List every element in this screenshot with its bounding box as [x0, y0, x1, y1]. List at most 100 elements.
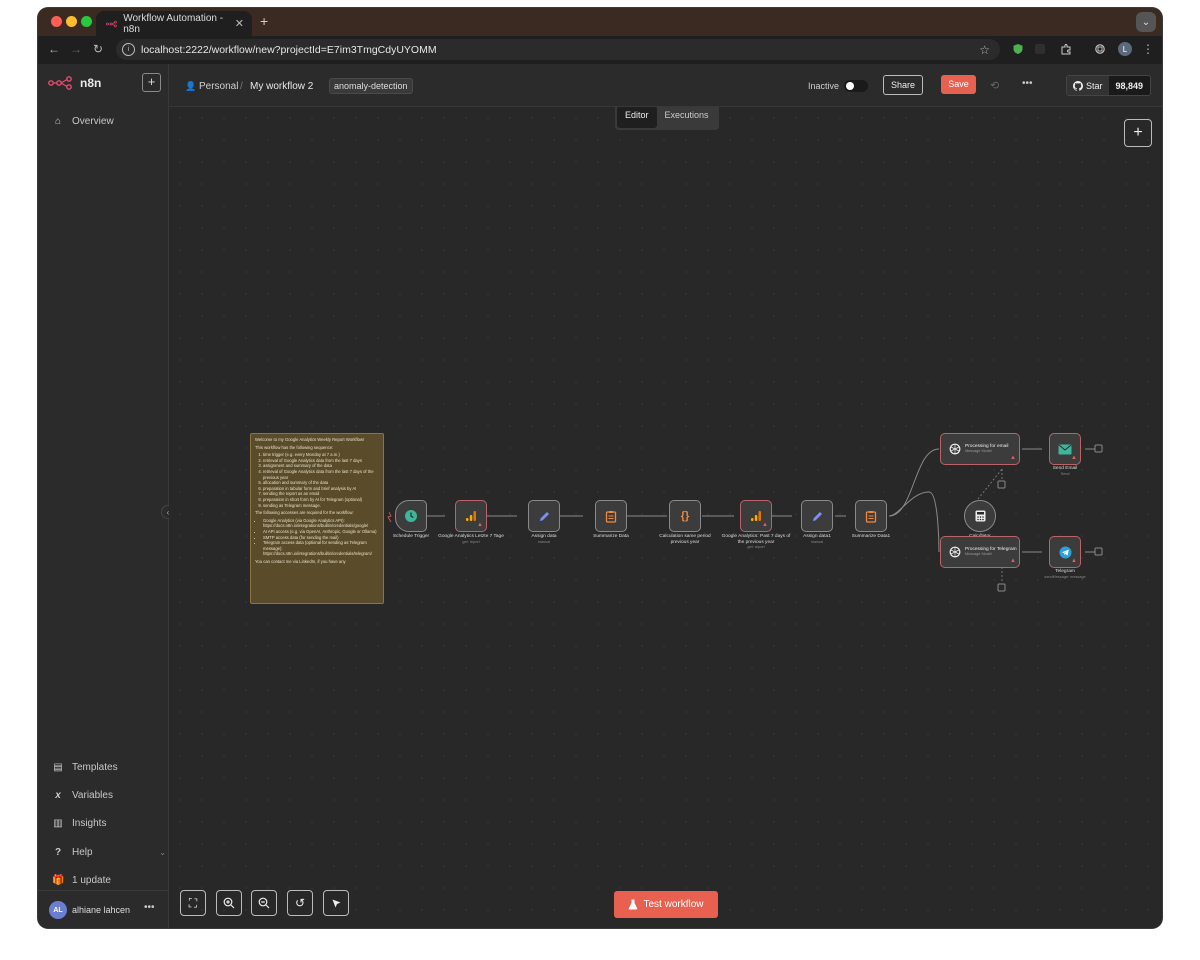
list-item: retrieval of Google Analytics data from … [263, 469, 379, 480]
reset-zoom-button[interactable]: ↺ [287, 890, 313, 916]
tab-search-chevron-icon[interactable]: ⌄ [1136, 12, 1156, 32]
warning-icon: ▲ [1010, 558, 1016, 564]
maximize-window-button[interactable] [81, 16, 92, 27]
sidebar-item-help[interactable]: ? Help ⌄ [52, 847, 166, 858]
puzzle-extensions-icon[interactable] [1060, 43, 1072, 55]
logo-text: n8n [80, 76, 102, 90]
status-label: Inactive [808, 81, 840, 91]
workflow-canvas[interactable]: Editor Executions + Welcome to my Google… [169, 107, 1162, 928]
node-summarize-data1[interactable] [855, 500, 887, 532]
node-calculator[interactable] [964, 500, 996, 532]
shield-extension-icon[interactable] [1012, 43, 1024, 55]
node-label: Summarize Data1 [851, 534, 891, 539]
add-input-handle[interactable] [997, 480, 1006, 489]
site-info-icon[interactable]: i [122, 43, 135, 56]
bookmark-star-icon[interactable]: ☆ [979, 43, 990, 57]
workflow-name[interactable]: My workflow 2 [250, 81, 313, 92]
avatar[interactable]: AL [49, 901, 67, 919]
node-telegram[interactable]: ▲ [1049, 536, 1081, 568]
zoom-in-icon [223, 897, 235, 909]
node-schedule-trigger[interactable] [395, 500, 427, 532]
github-star-label: Star [1086, 80, 1103, 91]
sidebar-item-label: Help [72, 847, 93, 858]
sidebar: n8n + ⌂ Overview ▤ Templates x Variables… [38, 64, 169, 928]
sidebar-item-update[interactable]: 🎁 1 update [52, 875, 111, 886]
test-workflow-button[interactable]: Test workflow [614, 891, 718, 918]
node-summarize-data[interactable] [595, 500, 627, 532]
github-icon [1073, 80, 1083, 91]
breadcrumb-project[interactable]: 👤 Personal [185, 81, 238, 92]
sidebar-item-label: 1 update [72, 875, 111, 886]
sidebar-item-templates[interactable]: ▤ Templates [52, 762, 117, 773]
node-google-analytics-previous-year[interactable]: ▲ [740, 500, 772, 532]
browser-tab[interactable]: Workflow Automation - n8n ✕ [96, 11, 252, 36]
node-label: Calculation same period previous year [659, 534, 711, 545]
user-menu-button[interactable]: ••• [144, 902, 155, 913]
openai-icon [949, 546, 961, 558]
create-button[interactable]: + [142, 73, 161, 92]
save-button[interactable]: Save [941, 75, 976, 94]
back-arrow-icon[interactable]: ← [48, 42, 60, 56]
sticky-note[interactable]: Welcome to my Google Analytics Weekly Re… [250, 433, 384, 604]
node-send-email[interactable]: ▲ [1049, 433, 1081, 465]
share-button[interactable]: Share [883, 75, 923, 95]
n8n-logo[interactable]: n8n [48, 76, 101, 90]
active-toggle[interactable] [844, 80, 868, 92]
sidebar-item-overview[interactable]: ⌂ Overview [52, 116, 114, 127]
pencil-icon [812, 511, 822, 521]
project-name: Personal [199, 81, 239, 92]
close-window-button[interactable] [51, 16, 62, 27]
workflow-tag[interactable]: anomaly-detection [329, 78, 413, 94]
history-icon[interactable]: ⟲ [990, 79, 999, 92]
sidebar-item-variables[interactable]: x Variables [52, 790, 113, 801]
chevron-down-icon: ⌄ [159, 848, 166, 857]
new-tab-button[interactable]: + [260, 13, 268, 29]
list-item: sending as Telegram message. [263, 503, 379, 509]
node-google-analytics[interactable]: ▲ [455, 500, 487, 532]
node-processing-for-email[interactable]: Processing for email Message Model ▲ [940, 433, 1020, 465]
browser-menu-icon[interactable]: ⋮ [1142, 42, 1154, 56]
extension-icon[interactable] [1034, 43, 1046, 55]
node-processing-for-telegram[interactable]: Processing for Telegram Message Model ▲ [940, 536, 1020, 568]
sidebar-item-label: Overview [72, 116, 114, 127]
connection[interactable] [888, 448, 940, 517]
node-label: Send Email Send [1052, 466, 1078, 476]
user-name: alhiane lahcen [72, 905, 131, 915]
sidebar-item-label: Insights [72, 818, 107, 829]
node-label: Google Analytics Letzte 7 Tage get: repor… [438, 534, 504, 544]
add-input-handle[interactable] [997, 583, 1006, 592]
workflow-menu-button[interactable]: ••• [1022, 78, 1033, 89]
tab-close-icon[interactable]: ✕ [235, 17, 244, 30]
github-star-button[interactable]: Star 98,849 [1066, 75, 1152, 96]
note-title: Welcome to my Google Analytics Weekly Re… [255, 437, 365, 442]
forward-arrow-icon[interactable]: → [70, 42, 82, 56]
add-output-handle[interactable] [1094, 444, 1103, 453]
reload-icon[interactable]: ↻ [93, 42, 103, 56]
connection[interactable] [888, 491, 940, 553]
node-code[interactable]: {} [669, 500, 701, 532]
minimize-window-button[interactable] [66, 16, 77, 27]
calculator-icon [975, 510, 985, 522]
test-workflow-label: Test workflow [643, 899, 704, 910]
n8n-logo-icon [48, 76, 72, 90]
sidebar-item-insights[interactable]: ▥ Insights [52, 818, 106, 829]
openai-icon [949, 443, 961, 455]
add-output-handle[interactable] [1094, 547, 1103, 556]
fit-view-button[interactable]: ⛶ [180, 890, 206, 916]
node-assign-data[interactable] [528, 500, 560, 532]
node-assign-data1[interactable] [801, 500, 833, 532]
clipboard-icon [865, 510, 877, 523]
list-item: preparation in short form by AI for Tele… [263, 497, 379, 503]
sync-icon[interactable] [1094, 43, 1106, 55]
trigger-bolt-icon [387, 511, 392, 523]
warning-icon: ▲ [1010, 455, 1016, 461]
address-bar[interactable]: i localhost:2222/workflow/new?projectId=… [116, 39, 1000, 60]
node-label: Telegram sendMessage: message [1044, 569, 1086, 579]
zoom-in-button[interactable] [216, 890, 242, 916]
flask-icon [629, 899, 638, 910]
zoom-out-button[interactable] [251, 890, 277, 916]
n8n-favicon-icon [106, 20, 117, 27]
tidy-up-button[interactable] [323, 890, 349, 916]
profile-avatar[interactable]: L [1118, 42, 1132, 56]
node-label: Summarize Data [593, 534, 629, 539]
